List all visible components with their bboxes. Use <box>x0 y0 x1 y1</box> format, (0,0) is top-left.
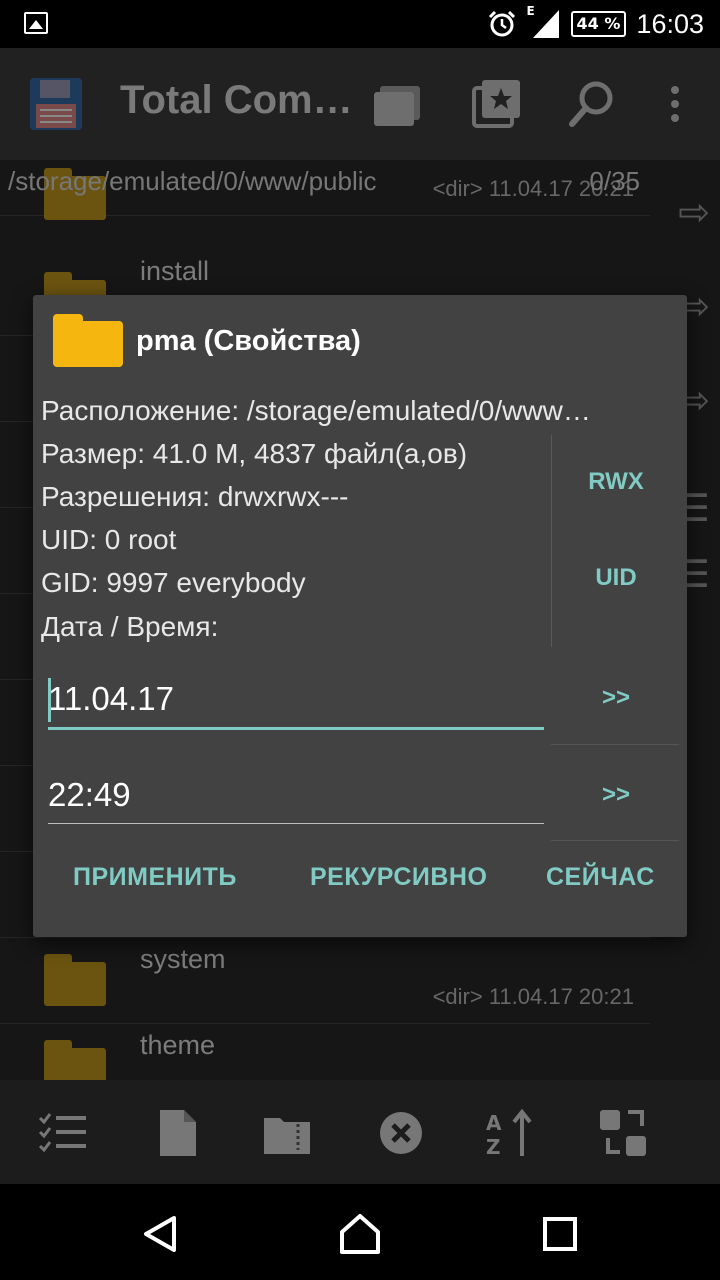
text-cursor <box>48 678 51 722</box>
save-disk-icon[interactable] <box>28 76 84 132</box>
file-row[interactable]: system <dir> 11.04.17 20:21 <box>0 938 650 1024</box>
path-bar[interactable]: /storage/emulated/0/www/public <box>8 166 640 197</box>
system-nav-bar <box>0 1184 720 1280</box>
time-more-button[interactable]: >> <box>553 765 679 825</box>
recursive-button[interactable]: РЕКУРСИВНО <box>310 863 487 892</box>
time-input-underline <box>48 823 544 824</box>
uid-text: UID: 0 root <box>41 524 177 555</box>
svg-text:Z: Z <box>486 1135 501 1158</box>
folder-icon <box>53 314 123 367</box>
folders-icon[interactable] <box>372 76 424 132</box>
zip-folder-icon[interactable] <box>262 1108 312 1158</box>
now-button[interactable]: СЕЙЧАС <box>546 863 655 892</box>
gid-text: GID: 9997 everybody <box>41 567 306 598</box>
folder-icon <box>44 1040 106 1080</box>
selection-count: 0/35 <box>589 166 640 196</box>
divider <box>551 435 552 647</box>
signal-icon: E <box>527 4 561 40</box>
status-bar-right: E 44 % 16:03 <box>487 4 704 42</box>
divider <box>551 840 679 841</box>
battery-icon: 44 % <box>570 11 627 37</box>
size-text: Размер: 41.0 M, 4837 файл(а,ов) <box>41 438 468 469</box>
network-type: E <box>526 4 535 18</box>
image-notification-icon <box>24 12 48 34</box>
sort-az-icon[interactable]: A Z <box>484 1108 534 1158</box>
recents-icon[interactable] <box>542 1216 578 1252</box>
arrow-right-icon[interactable]: ⇨ <box>678 190 710 234</box>
back-icon[interactable] <box>140 1214 180 1254</box>
dialog-title: pma (Свойства) <box>136 325 361 357</box>
permissions-text: Разрешения: drwxrwx--- <box>41 481 349 512</box>
bookmarks-icon[interactable] <box>470 76 522 132</box>
clock: 16:03 <box>636 8 704 39</box>
file-name: system <box>140 944 226 974</box>
uid-button[interactable]: UID <box>553 548 679 608</box>
new-file-icon[interactable] <box>152 1108 202 1158</box>
swap-panels-icon[interactable] <box>598 1108 648 1158</box>
close-circle-icon[interactable] <box>376 1108 426 1158</box>
file-meta: <dir> 11.04.17 20:21 <box>432 984 634 1009</box>
file-name: install <box>140 256 210 286</box>
svg-text:A: A <box>486 1111 502 1135</box>
file-row[interactable]: theme <box>0 1024 650 1080</box>
status-bar: E 44 % 16:03 <box>0 0 720 48</box>
date-more-button[interactable]: >> <box>553 668 679 728</box>
select-list-icon[interactable] <box>38 1108 88 1158</box>
app-title: Total Com… <box>120 78 353 122</box>
date-input[interactable] <box>48 671 544 727</box>
datetime-label: Дата / Время: <box>41 611 219 642</box>
file-name: theme <box>140 1030 216 1060</box>
alarm-icon <box>488 10 515 37</box>
location-text: Расположение: /storage/emulated/0/www… <box>41 395 591 426</box>
overflow-menu-icon[interactable] <box>660 76 690 132</box>
divider <box>551 744 679 745</box>
properties-dialog: pma (Свойства) Расположение: /storage/em… <box>33 295 687 937</box>
search-icon[interactable] <box>566 76 618 132</box>
time-input[interactable] <box>48 767 544 823</box>
bottom-toolbar: A Z <box>0 1080 720 1184</box>
rwx-button[interactable]: RWX <box>553 452 679 512</box>
folder-icon <box>44 954 106 1006</box>
date-input-underline <box>48 727 544 730</box>
apply-button[interactable]: ПРИМЕНИТЬ <box>73 863 237 892</box>
app-toolbar: Total Com… <box>0 48 720 160</box>
home-icon[interactable] <box>338 1212 382 1256</box>
